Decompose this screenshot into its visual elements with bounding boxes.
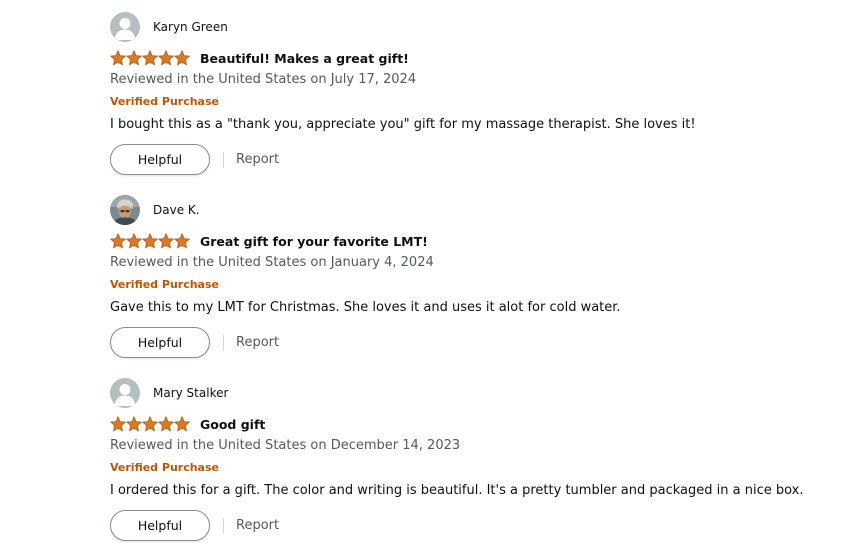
star-icon [126, 233, 142, 249]
helpful-button[interactable]: Helpful [110, 327, 210, 358]
verified-purchase-badge[interactable]: Verified Purchase [110, 278, 219, 292]
review-date: Reviewed in the United States on Decembe… [110, 438, 461, 453]
review-date: Reviewed in the United States on July 17… [110, 72, 417, 87]
star-icon [110, 233, 126, 249]
default-avatar-icon [110, 12, 140, 42]
review-headline: Good gift [110, 414, 265, 434]
star-icon [158, 50, 174, 66]
star-icon [142, 416, 158, 432]
review-headline: Beautiful! Makes a great gift! [110, 48, 409, 68]
reviewer-name[interactable]: Dave K. [153, 203, 200, 217]
review-body: Gave this to my LMT for Christmas. She l… [110, 300, 621, 315]
star-icon [174, 416, 190, 432]
review-title[interactable]: Great gift for your favorite LMT! [200, 234, 428, 249]
star-icon [110, 416, 126, 432]
action-divider [223, 334, 224, 351]
verified-purchase-badge[interactable]: Verified Purchase [110, 95, 219, 109]
review-actions: Helpful Report [110, 327, 279, 358]
reviewer-profile[interactable]: Mary Stalker [110, 378, 228, 408]
star-rating-icon[interactable] [110, 415, 190, 433]
review-item: Mary Stalker Good gift Reviewed in the U… [110, 378, 850, 548]
review-title[interactable]: Good gift [200, 417, 265, 432]
verified-purchase-badge[interactable]: Verified Purchase [110, 461, 219, 475]
photo-avatar [110, 195, 140, 225]
reviewer-profile[interactable]: Dave K. [110, 195, 200, 225]
star-icon [158, 416, 174, 432]
helpful-button[interactable]: Helpful [110, 144, 210, 175]
review-date: Reviewed in the United States on January… [110, 255, 434, 270]
review-item: Karyn Green Beautiful! Makes a great gif… [110, 12, 850, 182]
reviewer-name[interactable]: Karyn Green [153, 20, 228, 34]
star-icon [174, 233, 190, 249]
report-link[interactable]: Report [236, 152, 279, 167]
review-actions: Helpful Report [110, 510, 279, 541]
review-actions: Helpful Report [110, 144, 279, 175]
action-divider [223, 517, 224, 534]
action-divider [223, 151, 224, 168]
star-icon [142, 50, 158, 66]
star-icon [126, 50, 142, 66]
report-link[interactable]: Report [236, 518, 279, 533]
review-headline: Great gift for your favorite LMT! [110, 231, 428, 251]
star-icon [126, 416, 142, 432]
review-body: I bought this as a "thank you, appreciat… [110, 117, 696, 132]
report-link[interactable]: Report [236, 335, 279, 350]
helpful-button[interactable]: Helpful [110, 510, 210, 541]
default-avatar-icon [110, 378, 140, 408]
review-item: Dave K. Great gift for your favorite LMT… [110, 195, 850, 365]
review-title[interactable]: Beautiful! Makes a great gift! [200, 51, 409, 66]
reviewer-profile[interactable]: Karyn Green [110, 12, 228, 42]
star-icon [142, 233, 158, 249]
star-rating-icon[interactable] [110, 232, 190, 250]
star-icon [174, 50, 190, 66]
star-rating-icon[interactable] [110, 49, 190, 67]
star-icon [110, 50, 126, 66]
review-body: I ordered this for a gift. The color and… [110, 483, 804, 498]
star-icon [158, 233, 174, 249]
reviewer-name[interactable]: Mary Stalker [153, 386, 228, 400]
